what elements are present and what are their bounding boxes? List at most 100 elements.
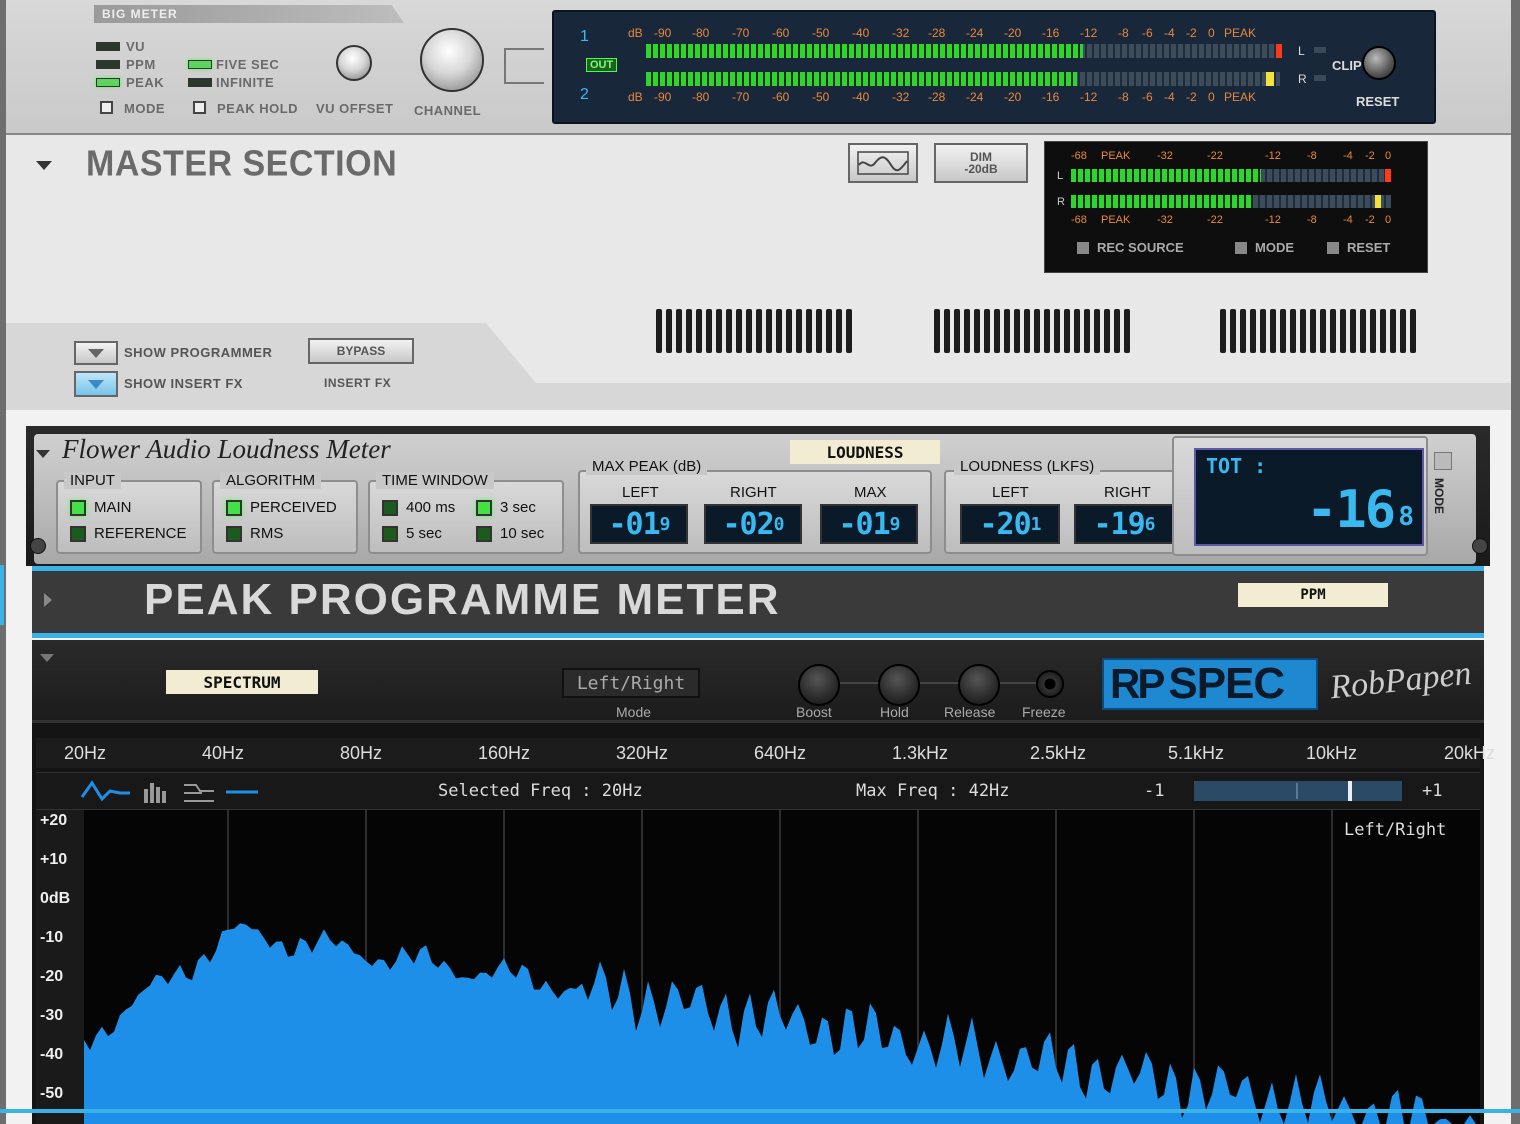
master-scale-label: PEAK <box>1101 150 1131 162</box>
scale-label: -40 <box>852 26 870 40</box>
freq-label: 20kHz <box>1444 743 1496 763</box>
freq-label: 320Hz <box>616 743 669 763</box>
peak-hold-checkbox[interactable] <box>193 101 206 114</box>
master-section-title: MASTER SECTION <box>86 144 398 184</box>
line-view-icon[interactable] <box>80 779 132 805</box>
release-knob[interactable] <box>958 664 1000 706</box>
scale-label: -12 <box>1080 90 1098 104</box>
master-mode-checkbox[interactable] <box>1235 242 1247 254</box>
clip-r-led <box>1314 75 1326 81</box>
vent-slot <box>746 309 752 353</box>
vent-slot <box>1064 309 1070 353</box>
vu-led[interactable] <box>96 42 120 51</box>
freq-label: 5.1kHz <box>1168 743 1225 763</box>
scale-label: -4 <box>1164 90 1175 104</box>
waterfall-view-icon[interactable] <box>182 779 216 805</box>
ch1-peak-led <box>1276 44 1282 58</box>
peak-max-display: -01 9 <box>820 504 918 544</box>
freq-label: 80Hz <box>340 743 383 763</box>
master-reset-checkbox[interactable] <box>1327 242 1339 254</box>
expand-triangle-icon[interactable] <box>44 593 52 607</box>
input-main-led[interactable] <box>70 500 86 516</box>
fold-triangle-icon[interactable] <box>40 654 54 662</box>
master-l-level <box>1071 169 1261 182</box>
tot-decimal: 8 <box>1398 502 1414 532</box>
vent-slot <box>1300 309 1306 353</box>
ppm-led[interactable] <box>96 60 120 69</box>
vent-slot <box>1290 309 1296 353</box>
reset-knob[interactable] <box>1362 46 1396 80</box>
rec-source-label: REC SOURCE <box>1097 240 1184 255</box>
fold-triangle-icon[interactable] <box>36 450 50 458</box>
waveform-button[interactable] <box>848 143 918 183</box>
vu-label: VU <box>126 39 146 54</box>
master-scale-label: -4 <box>1343 150 1353 162</box>
vent-slot <box>726 309 732 353</box>
time-400ms-led[interactable] <box>382 500 398 516</box>
vent-slot <box>1250 309 1256 353</box>
mode-label: MODE <box>124 101 165 116</box>
collapse-triangle-icon[interactable] <box>36 161 52 170</box>
scale-label: -32 <box>892 26 910 40</box>
vent-slot <box>696 309 702 353</box>
vent-slot <box>736 309 742 353</box>
vent-slot <box>786 309 792 353</box>
vent-slot <box>1270 309 1276 353</box>
vent-slot <box>826 309 832 353</box>
master-scale-label: -2 <box>1365 150 1375 162</box>
vent-slot <box>1014 309 1020 353</box>
time-10sec-led[interactable] <box>476 526 492 542</box>
clip-l-label: L <box>1298 44 1305 58</box>
time-5sec-led[interactable] <box>382 526 398 542</box>
vu-offset-knob[interactable] <box>336 45 372 81</box>
infinite-led[interactable] <box>188 78 212 87</box>
vent-slot <box>934 309 940 353</box>
channel-1-number: 1 <box>580 28 589 45</box>
db-label: +20 <box>40 812 68 829</box>
vent-slot <box>1230 309 1236 353</box>
tot-label: TOT : <box>1206 454 1267 478</box>
scale-label: -8 <box>1118 90 1129 104</box>
slider-center-mark <box>1296 783 1298 799</box>
flat-line-icon[interactable] <box>224 779 260 805</box>
dim-button[interactable]: DIM -20dB <box>934 143 1028 183</box>
vent-slot <box>1410 309 1416 353</box>
show-programmer-button[interactable] <box>74 341 118 365</box>
vent-slot <box>806 309 812 353</box>
mode-checkbox[interactable] <box>100 101 113 114</box>
spectrum-plot[interactable] <box>84 810 1480 1124</box>
vent-slot <box>776 309 782 353</box>
time-3sec-led[interactable] <box>476 500 492 516</box>
boost-knob[interactable] <box>798 664 840 706</box>
rec-source-checkbox[interactable] <box>1077 242 1089 254</box>
scale-label: -70 <box>732 26 750 40</box>
algo-rms-led[interactable] <box>226 526 242 542</box>
lkfs-right-display: -19 6 <box>1074 504 1174 544</box>
slider-handle[interactable] <box>1348 781 1352 801</box>
show-insert-fx-label: SHOW INSERT FX <box>124 376 243 391</box>
scale-label: -80 <box>692 90 710 104</box>
five-sec-led[interactable] <box>188 60 212 69</box>
algo-perceived-label: PERCEIVED <box>250 499 337 516</box>
hold-knob[interactable] <box>878 664 920 706</box>
master-scale-label: -22 <box>1207 214 1223 226</box>
spec-logo-text: SPEC <box>1168 659 1285 708</box>
db-label: -50 <box>40 1085 64 1102</box>
master-scale-label: PEAK <box>1101 214 1131 226</box>
freeze-button[interactable] <box>1036 670 1064 698</box>
bypass-button[interactable]: BYPASS <box>308 338 414 364</box>
bars-view-icon[interactable] <box>142 779 172 805</box>
mode-toggle[interactable] <box>1434 452 1452 470</box>
scale-label: -24 <box>966 90 984 104</box>
channel-knob[interactable] <box>420 28 484 92</box>
algo-perceived-led[interactable] <box>226 500 242 516</box>
tilt-slider[interactable] <box>1194 781 1402 801</box>
peak-led[interactable] <box>96 78 120 87</box>
waveform-icon <box>857 151 909 175</box>
input-reference-led[interactable] <box>70 526 86 542</box>
mode-select[interactable]: Left/Right <box>562 668 700 698</box>
ppm-device: PEAK PROGRAMME METER PPM <box>32 566 1484 638</box>
vent-slot <box>706 309 712 353</box>
peak-right-decimal: 0 <box>773 513 785 535</box>
show-insert-fx-button[interactable] <box>74 371 118 397</box>
